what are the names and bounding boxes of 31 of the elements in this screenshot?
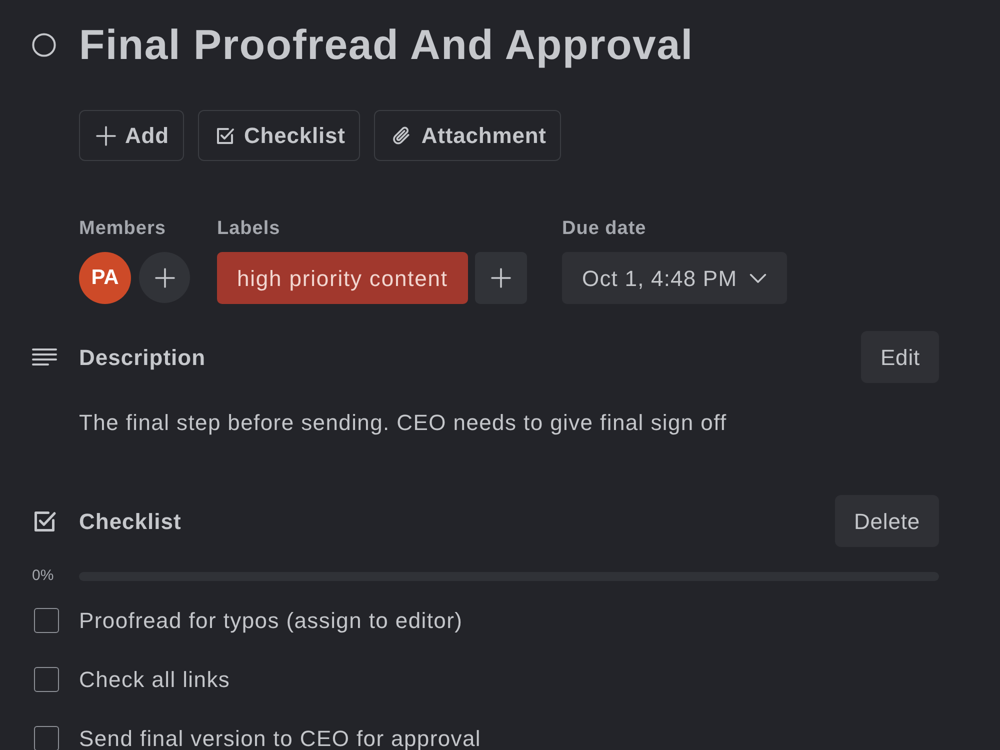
status-circle-icon[interactable] — [32, 33, 56, 57]
labels-heading: Labels — [217, 218, 280, 240]
checklist-icon — [32, 508, 57, 534]
checklist-item-text: Proofread for typos (assign to editor) — [79, 607, 463, 635]
description-heading: Description — [79, 344, 206, 372]
checklist-item-text: Check all links — [79, 666, 230, 694]
plus-icon — [96, 126, 116, 146]
attachment-button[interactable]: Attachment — [374, 110, 562, 161]
due-date-heading: Due date — [562, 218, 646, 240]
checkbox[interactable] — [34, 726, 59, 750]
chevron-down-icon — [749, 272, 768, 284]
members-heading: Members — [79, 218, 166, 240]
description-lines-icon — [32, 348, 57, 366]
checklist-button[interactable]: Checklist — [198, 110, 360, 161]
add-button[interactable]: Add — [79, 110, 184, 161]
plus-icon — [490, 268, 511, 288]
checklist-heading: Checklist — [79, 508, 182, 536]
edit-button[interactable]: Edit — [861, 331, 939, 383]
delete-button[interactable]: Delete — [835, 495, 939, 547]
paperclip-icon — [391, 125, 412, 146]
checkbox[interactable] — [34, 667, 59, 692]
due-date-dropdown[interactable]: Oct 1, 4:48 PM — [562, 252, 788, 304]
checkbox[interactable] — [34, 608, 59, 633]
checkbox-icon — [214, 126, 235, 146]
label-tag[interactable]: high priority content — [217, 252, 468, 304]
description-text: The final step before sending. CEO needs to give final sign off — [79, 409, 727, 437]
add-label-button[interactable] — [474, 252, 527, 304]
progress-percent: 0% — [32, 566, 54, 586]
task-title: Final Proofread And Approval — [79, 21, 694, 69]
plus-icon — [154, 268, 174, 288]
member-avatar[interactable]: PA — [79, 252, 131, 304]
